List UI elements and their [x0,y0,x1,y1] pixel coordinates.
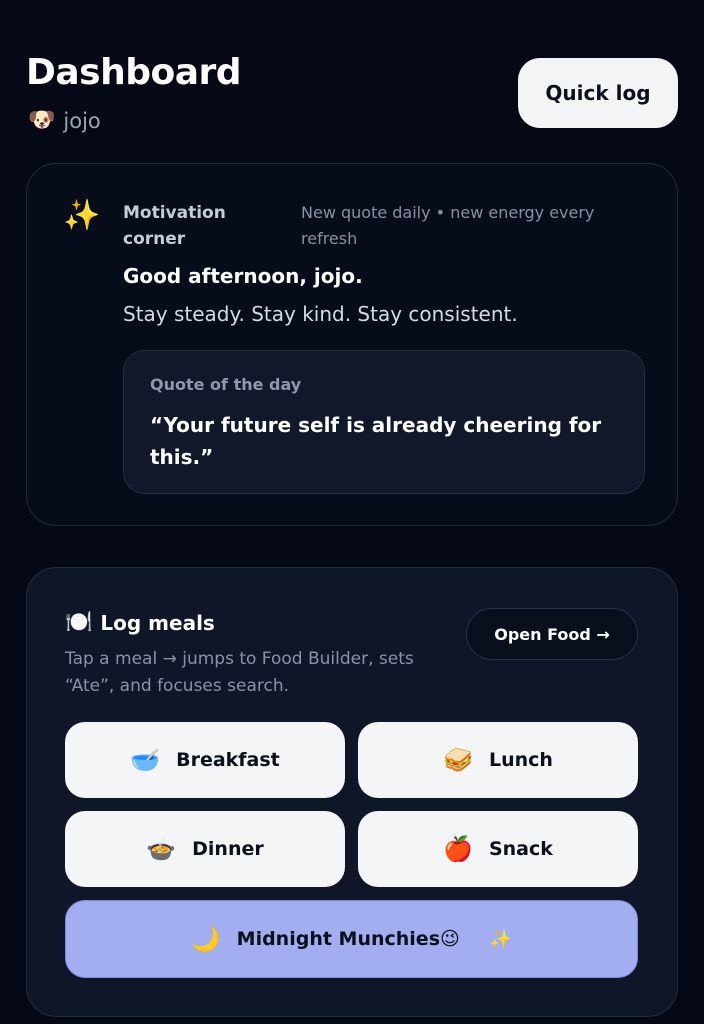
breakfast-label: Breakfast [176,749,280,771]
avatar-dog-icon: 🐶 [28,108,56,133]
dashboard-page: Dashboard 🐶 jojo Quick log ✨ Motivation … [0,0,704,1024]
greeting-text: Good afternoon, jojo. [123,264,363,288]
midnight-munchies-button[interactable]: 🌙 Midnight Munchies😉 ✨ [65,900,638,978]
motivation-message: Stay steady. Stay kind. Stay consistent. [123,302,518,326]
log-meals-title: Log meals [100,610,215,635]
bowl-icon: 🥣 [130,746,161,774]
quote-box: Quote of the day “Your future self is al… [123,350,645,494]
dinner-button[interactable]: 🍲 Dinner [65,811,345,887]
stew-icon: 🍲 [146,835,177,863]
sparkle-icon: ✨ [489,928,513,950]
lunch-label: Lunch [488,749,553,771]
breakfast-button[interactable]: 🥣 Breakfast [65,722,345,798]
log-meals-card: 🍽️ Log meals Tap a meal → jumps to Food … [26,567,678,1017]
sparkle-icon: ✨ [63,198,101,233]
quote-text: “Your future self is already cheering fo… [150,413,602,469]
snack-button[interactable]: 🍎 Snack [358,811,638,887]
motivation-subtitle: New quote daily • new energy every refre… [301,203,595,248]
log-meals-heading: 🍽️ Log meals [65,610,215,635]
quote-label: Quote of the day [150,375,302,394]
sandwich-icon: 🥪 [443,746,473,774]
motivation-label: Motivation corner [123,203,226,249]
open-food-button[interactable]: Open Food → [466,608,638,660]
moon-icon: 🌙 [190,925,221,953]
dinner-label: Dinner [192,838,264,860]
midnight-munchies-label: Midnight Munchies😉 [236,928,460,950]
motivation-card: ✨ Motivation corner New quote daily • ne… [26,163,678,526]
page-title: Dashboard [26,52,242,93]
plate-icon: 🍽️ [65,610,93,635]
user-name: jojo [63,108,101,133]
lunch-button[interactable]: 🥪 Lunch [358,722,638,798]
log-meals-description: Tap a meal → jumps to Food Builder, sets… [65,649,414,696]
user-profile: 🐶 jojo [28,108,101,133]
snack-label: Snack [488,838,553,860]
apple-icon: 🍎 [443,835,473,863]
quick-log-button[interactable]: Quick log [518,58,678,128]
